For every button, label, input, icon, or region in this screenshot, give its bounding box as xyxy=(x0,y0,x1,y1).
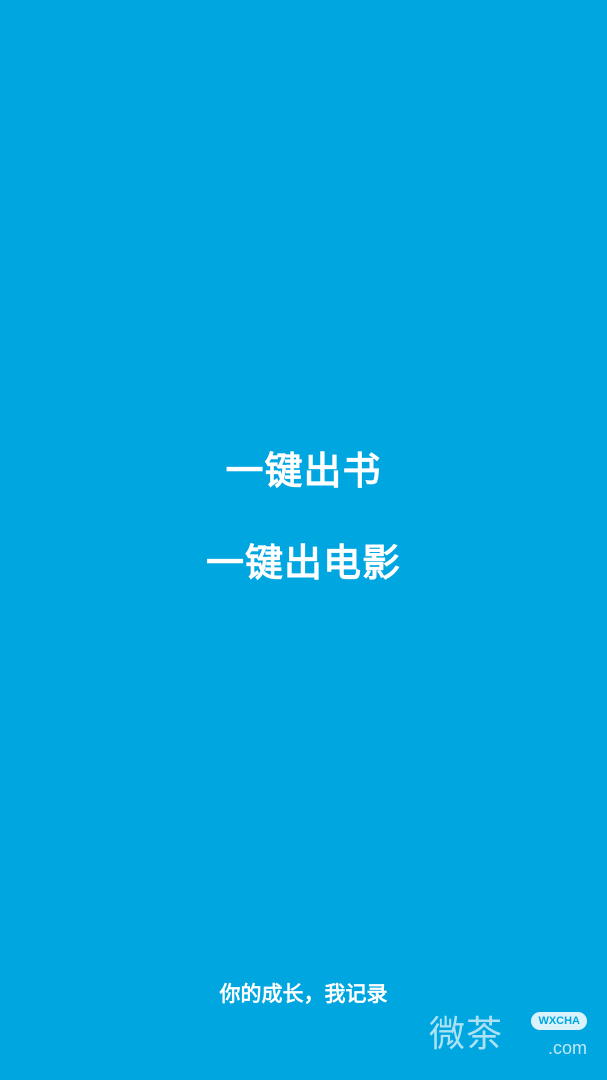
headline-line-2: 一键出电影 xyxy=(205,541,401,585)
headline-line-1: 一键出书 xyxy=(225,449,382,493)
splash-screen: 一键出书 一键出电影 你的成长，我记录 微茶 WXCHA .com xyxy=(0,0,607,1080)
tagline: 你的成长，我记录 xyxy=(219,982,388,1006)
watermark-domain: .com xyxy=(547,1038,587,1058)
watermark-logo: 微茶 WXCHA .com xyxy=(429,1012,589,1058)
watermark-mark-text: 微茶 xyxy=(429,1014,504,1055)
watermark-badge: WXCHA xyxy=(531,1012,587,1030)
